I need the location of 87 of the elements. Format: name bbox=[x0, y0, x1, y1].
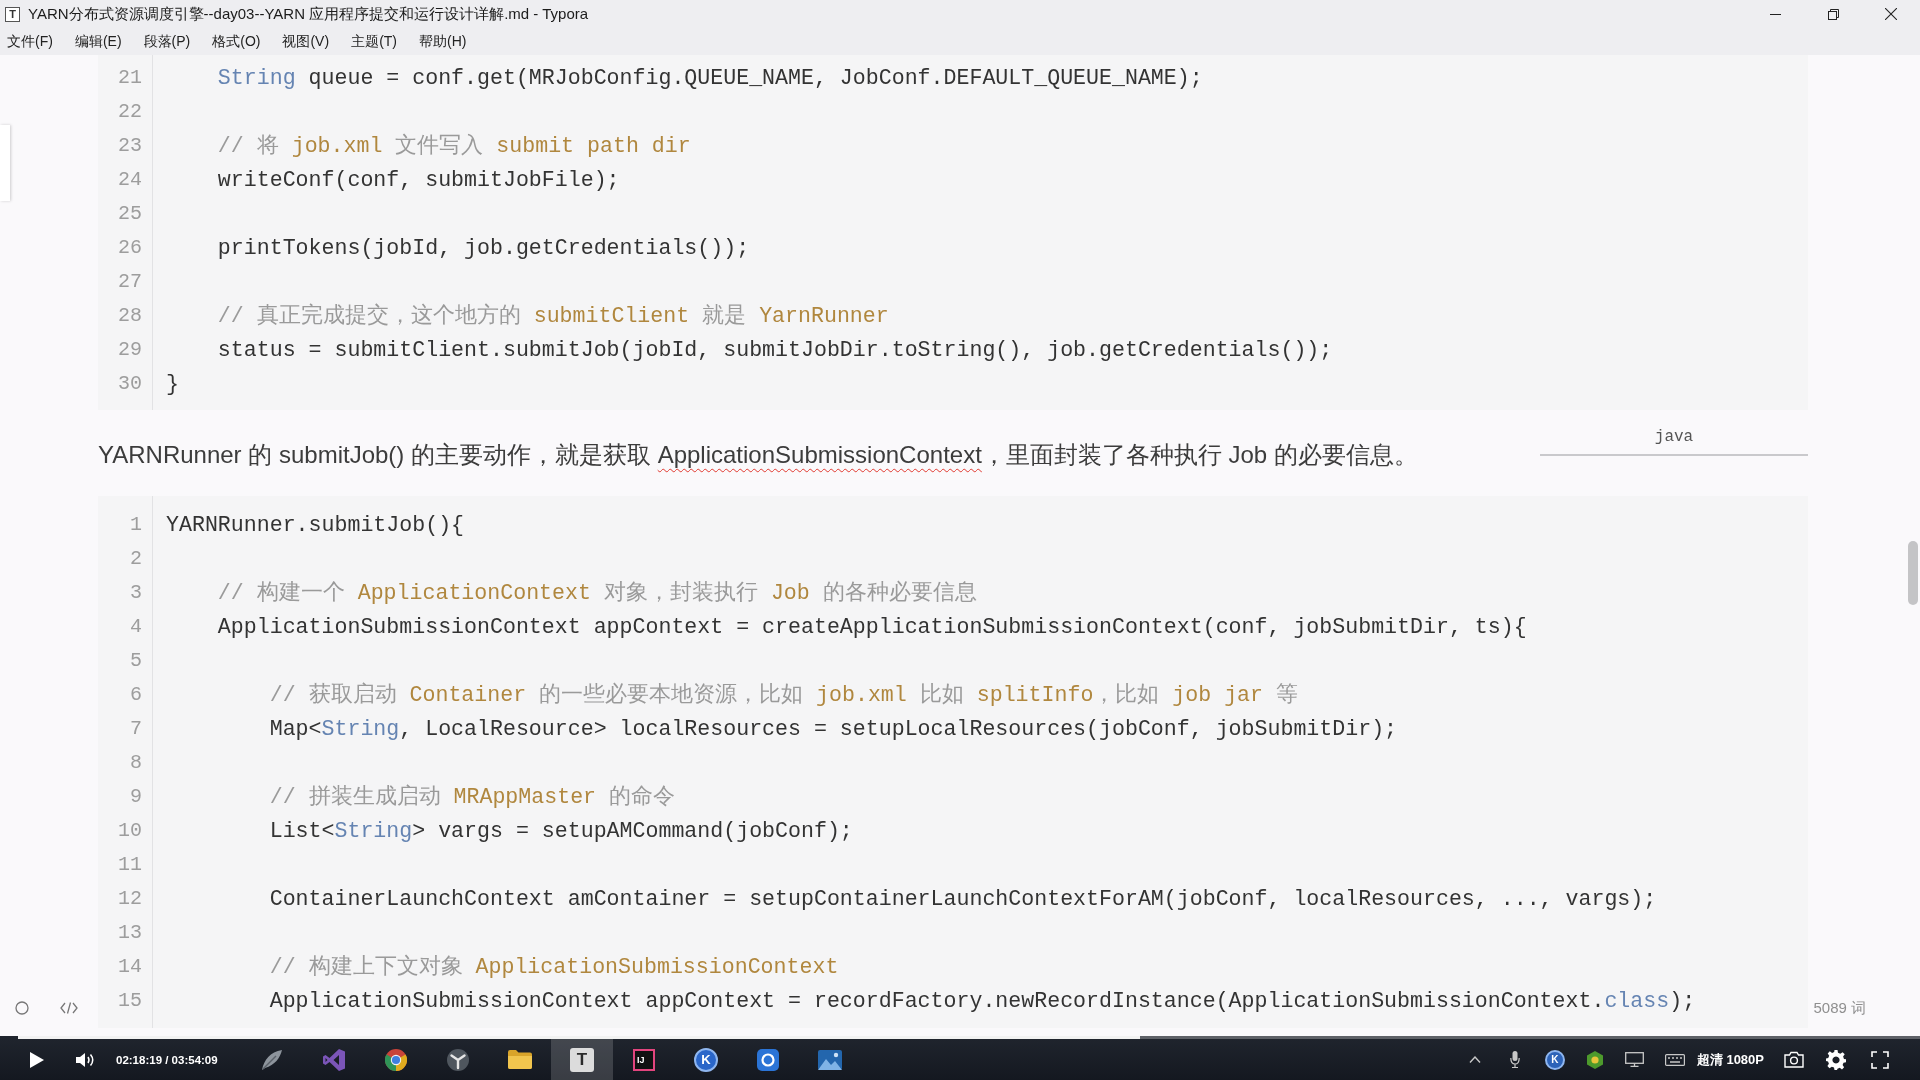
progress-track[interactable] bbox=[18, 1036, 1920, 1039]
line-number: 12 bbox=[118, 887, 142, 910]
code-line: printTokens(jobId, job.getCredentials()); bbox=[217, 236, 750, 260]
line-number: 4 bbox=[130, 615, 142, 638]
taskbar-button[interactable]: IJ bbox=[613, 1039, 675, 1080]
code-line: // 拼装生成启动 MRAppMaster 的命令 bbox=[269, 785, 676, 809]
folder-icon bbox=[508, 1050, 532, 1069]
minimize-icon bbox=[1769, 13, 1781, 15]
scrollbar-thumb[interactable] bbox=[1908, 541, 1918, 605]
line-number: 14 bbox=[118, 955, 142, 978]
menu-item[interactable]: 帮助(H) bbox=[419, 32, 467, 51]
feather-icon bbox=[261, 1048, 283, 1071]
app-logo: IJ bbox=[633, 1048, 655, 1071]
code-line: status = submitClient.submitJob(jobId, submitJobDir.toString(), job.getCredentials()); bbox=[217, 338, 1333, 362]
line-number: 11 bbox=[118, 853, 142, 876]
menu-item[interactable]: 格式(O) bbox=[212, 32, 261, 51]
line-number: 30 bbox=[118, 372, 142, 395]
taskbar-button[interactable]: K bbox=[675, 1039, 737, 1080]
hexagon-icon[interactable] bbox=[1585, 1050, 1604, 1069]
code-line: ContainerLaunchContext amContainer = setupContainerLaunchContextForAM(jobConf, localResources, ..., vargs); bbox=[269, 887, 1657, 911]
code-line: ApplicationSubmissionContext appContext = recordFactory.newRecordInstance(ApplicationSubmissionContext.class); bbox=[269, 989, 1696, 1013]
code-icon[interactable] bbox=[60, 1002, 78, 1014]
app-logo[interactable]: K bbox=[1544, 1049, 1565, 1070]
line-number: 27 bbox=[118, 270, 142, 293]
line-number: 28 bbox=[118, 304, 142, 327]
emblem-circle-icon bbox=[447, 1048, 469, 1071]
segmented-circle-icon bbox=[385, 1048, 407, 1071]
fullscreen-icon[interactable] bbox=[1871, 1050, 1889, 1069]
line-number: 7 bbox=[130, 717, 142, 740]
restore-icon bbox=[1827, 8, 1839, 20]
circle-icon[interactable] bbox=[15, 1001, 29, 1015]
quality-label[interactable]: 超清 1080P bbox=[1696, 1050, 1764, 1069]
line-number: 5 bbox=[130, 649, 142, 672]
app-logo: K bbox=[694, 1047, 718, 1072]
code-line: } bbox=[166, 372, 179, 396]
line-number: 8 bbox=[130, 751, 142, 774]
play-icon[interactable] bbox=[30, 1051, 44, 1068]
paragraph-text: YARNRunner 的 submitJob() 的主要动作，就是获取 ApplicationSubmissionContext，里面封装了各种执行 Job 的必要信息。 bbox=[98, 440, 1418, 470]
window-title: YARN分布式资源调度引擎--day03--YARN 应用程序提交和运行设计详解.md - Typora bbox=[28, 4, 589, 24]
close-icon bbox=[1885, 8, 1897, 20]
sidebar-handle[interactable] bbox=[0, 125, 10, 201]
menu-item[interactable]: 段落(P) bbox=[143, 32, 191, 51]
menu-item[interactable]: 文件(F) bbox=[7, 32, 53, 51]
code-line: writeConf(conf, submitJobFile); bbox=[217, 168, 620, 192]
code-line: List<String> vargs = setupAMCommand(jobConf); bbox=[269, 819, 853, 843]
code-line: // 真正完成提交，这个地方的 submitClient 就是 YarnRunner bbox=[217, 304, 889, 328]
line-number: 13 bbox=[118, 921, 142, 944]
code-line: // 构建一个 ApplicationContext 对象，封装执行 Job 的各种必要信息 bbox=[217, 581, 977, 605]
line-number: 26 bbox=[118, 236, 142, 259]
camera-icon[interactable] bbox=[1784, 1051, 1804, 1068]
line-number: 2 bbox=[130, 547, 142, 570]
code-line: Map<String, LocalResource> localResources = setupLocalResources(jobConf, jobSubmitDir); bbox=[269, 717, 1398, 741]
line-number: 9 bbox=[130, 785, 142, 808]
rounded-square-icon bbox=[757, 1048, 779, 1071]
app-logo: T bbox=[570, 1047, 594, 1072]
app-logo: T bbox=[5, 6, 20, 22]
chevron-up-icon[interactable] bbox=[1468, 1056, 1481, 1063]
code-line: // 获取启动 Container 的一些必要本地资源，比如 job.xml 比如 splitInfo，比如 job jar 等 bbox=[269, 683, 1298, 707]
playback-time: 02:18:19 / 03:54:09 bbox=[116, 1053, 219, 1066]
settings-icon[interactable] bbox=[1826, 1049, 1846, 1070]
picture-icon bbox=[818, 1049, 842, 1070]
line-number: 29 bbox=[118, 338, 142, 361]
line-number: 3 bbox=[130, 581, 142, 604]
line-number: 6 bbox=[130, 683, 142, 706]
monitor-icon[interactable] bbox=[1625, 1052, 1645, 1067]
line-number: 25 bbox=[118, 202, 142, 225]
line-number: 21 bbox=[118, 66, 142, 89]
line-number: 1 bbox=[130, 513, 142, 536]
code-line: // 将 job.xml 文件写入 submit path dir bbox=[217, 134, 691, 158]
code-line: // 构建上下文对象 ApplicationSubmissionContext bbox=[269, 955, 839, 979]
menu-item[interactable]: 编辑(E) bbox=[74, 32, 122, 51]
line-number: 22 bbox=[118, 100, 142, 123]
menu-item[interactable]: 主题(T) bbox=[351, 32, 397, 51]
taskbar-button[interactable]: T bbox=[551, 1039, 613, 1080]
ribbon-icon bbox=[323, 1048, 345, 1071]
code-line: YARNRunner.submitJob(){ bbox=[166, 513, 465, 537]
line-number: 23 bbox=[118, 134, 142, 157]
microphone-icon[interactable] bbox=[1509, 1051, 1520, 1068]
code-line: String queue = conf.get(MRJobConfig.QUEUE_NAME, JobConf.DEFAULT_QUEUE_NAME); bbox=[217, 66, 1203, 90]
line-number: 15 bbox=[118, 989, 142, 1012]
menu-item[interactable]: 视图(V) bbox=[282, 32, 330, 51]
code-line: ApplicationSubmissionContext appContext = createApplicationSubmissionContext(conf, jobSubmitDir, ts){ bbox=[217, 615, 1527, 639]
line-number: 24 bbox=[118, 168, 142, 191]
keyboard-icon[interactable] bbox=[1664, 1053, 1685, 1066]
volume-icon[interactable] bbox=[76, 1051, 96, 1068]
line-number: 10 bbox=[118, 819, 142, 842]
language-field[interactable]: java bbox=[1540, 420, 1808, 456]
